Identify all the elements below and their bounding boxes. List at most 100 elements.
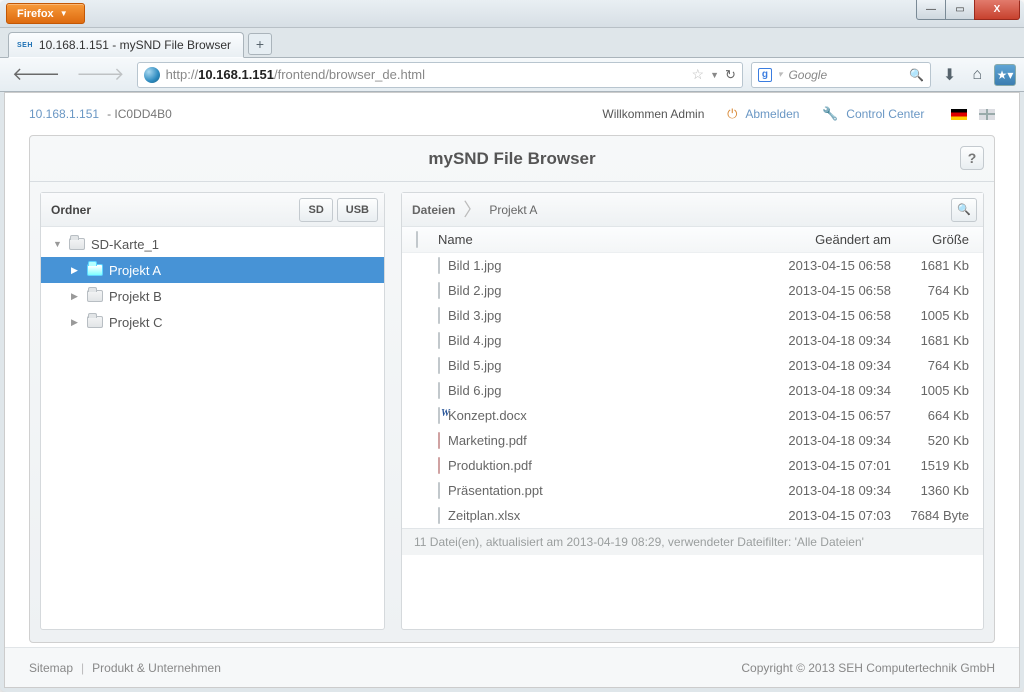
power-icon: ⏻ [727, 106, 737, 122]
file-row[interactable]: Präsentation.ppt2013-04-18 09:341360 Kb [402, 478, 983, 503]
wrench-icon: 🔧 [822, 106, 838, 122]
file-date: 2013-04-15 06:58 [759, 258, 891, 273]
file-size: 520 Kb [891, 433, 969, 448]
file-date: 2013-04-15 06:58 [759, 308, 891, 323]
maximize-button[interactable]: ▭ [945, 0, 975, 20]
tree-root[interactable]: ▼ SD-Karte_1 [41, 231, 384, 257]
expander-icon[interactable]: ▶ [71, 265, 81, 276]
file-row[interactable]: Bild 4.jpg2013-04-18 09:341681 Kb [402, 328, 983, 353]
app-header: 10.168.1.151 - IC0DD4B0 Willkommen Admin… [5, 93, 1019, 135]
expander-icon[interactable]: ▶ [71, 291, 81, 302]
logout-link[interactable]: Abmelden [745, 107, 799, 121]
tree-item[interactable]: ▶ Projekt A [41, 257, 384, 283]
file-row[interactable]: Bild 3.jpg2013-04-15 06:581005 Kb [402, 303, 983, 328]
tree-label: Projekt B [109, 289, 162, 304]
footer-sitemap[interactable]: Sitemap [29, 661, 73, 675]
files-panel-header: Dateien 〉 Projekt A 🔍 [402, 193, 983, 227]
filetype-img-icon [438, 307, 440, 324]
file-date: 2013-04-15 06:58 [759, 283, 891, 298]
tree-item[interactable]: ▶Projekt C [41, 309, 384, 335]
filetype-img-icon [438, 382, 440, 399]
new-tab-button[interactable]: + [248, 33, 272, 55]
file-columns: Name Geändert am Größe [402, 227, 983, 253]
search-icon[interactable]: 🔍 [909, 68, 924, 82]
file-row[interactable]: Zeitplan.xlsx2013-04-15 07:037684 Byte [402, 503, 983, 528]
filetype-img-icon [438, 332, 440, 349]
filetype-pdf-icon [438, 432, 440, 449]
file-date: 2013-04-15 06:57 [759, 408, 891, 423]
filetype-docx-icon [438, 407, 440, 424]
search-button[interactable]: 🔍 [951, 198, 977, 222]
breadcrumb-current[interactable]: Projekt A [489, 203, 537, 217]
file-row[interactable]: Bild 1.jpg2013-04-15 06:581681 Kb [402, 253, 983, 278]
help-button[interactable]: ? [960, 146, 984, 170]
file-name: Präsentation.ppt [438, 483, 759, 498]
folders-panel-header: Ordner SD USB [41, 193, 384, 227]
select-all-checkbox[interactable] [416, 232, 438, 247]
file-name: Produktion.pdf [438, 458, 759, 473]
firefox-menu-button[interactable]: Firefox ▼ [6, 3, 85, 24]
tree-label: Projekt A [109, 263, 161, 278]
folders-panel: Ordner SD USB ▼SD-Karte_1▶Projekt A▶Proj… [40, 192, 385, 630]
status-line: 11 Datei(en), aktualisiert am 2013-04-19… [402, 528, 983, 555]
file-date: 2013-04-15 07:03 [759, 508, 891, 523]
file-date: 2013-04-18 09:34 [759, 333, 891, 348]
bookmarks-menu-button[interactable]: ★▾ [994, 64, 1016, 86]
chevron-down-icon[interactable]: ▼ [710, 70, 719, 80]
minimize-button[interactable]: — [916, 0, 946, 20]
filetype-img-icon [438, 357, 440, 374]
firefox-menu-label: Firefox [17, 8, 54, 20]
tree-item[interactable]: ▶ Projekt B [41, 283, 384, 309]
column-size[interactable]: Größe [891, 232, 969, 247]
plus-icon: + [256, 36, 264, 52]
expander-icon[interactable]: ▼ [53, 239, 63, 249]
flag-de-icon[interactable] [951, 109, 967, 120]
file-row[interactable]: Konzept.docx2013-04-15 06:57664 Kb [402, 403, 983, 428]
chevron-down-icon: ▼ [60, 9, 68, 18]
file-name: Bild 5.jpg [438, 358, 759, 373]
downloads-button[interactable]: ⬇ [939, 65, 960, 85]
browser-tab[interactable]: SEH 10.168.1.151 - mySND File Browser [8, 32, 244, 58]
content-shell: mySND File Browser ? Ordner SD USB ▼SD-K… [29, 135, 995, 643]
file-rows: Bild 1.jpg2013-04-15 06:581681 KbBild 2.… [402, 253, 983, 528]
home-button[interactable]: ⌂ [968, 66, 986, 84]
globe-icon [144, 67, 160, 83]
search-box[interactable]: g ▾ Google 🔍 [751, 62, 931, 88]
sd-button[interactable]: SD [299, 198, 332, 222]
tab-title: 10.168.1.151 - mySND File Browser [39, 38, 231, 52]
file-row[interactable]: Bild 2.jpg2013-04-15 06:58764 Kb [402, 278, 983, 303]
reload-icon[interactable]: ↻ [725, 67, 736, 83]
back-button[interactable]: 🡐 [8, 64, 64, 85]
bookmark-star-icon[interactable]: ☆ [692, 66, 705, 83]
file-size: 1360 Kb [891, 483, 969, 498]
page-viewport: 10.168.1.151 - IC0DD4B0 Willkommen Admin… [4, 92, 1020, 688]
usb-button[interactable]: USB [337, 198, 378, 222]
host-link[interactable]: 10.168.1.151 [29, 107, 99, 121]
file-size: 7684 Byte [891, 508, 969, 523]
nav-toolbar: 🡐 🡒 http://10.168.1.151/frontend/browser… [0, 58, 1024, 92]
file-row[interactable]: Bild 6.jpg2013-04-18 09:341005 Kb [402, 378, 983, 403]
column-date[interactable]: Geändert am [759, 232, 891, 247]
control-center-link[interactable]: Control Center [846, 107, 924, 121]
window-controls: — ▭ X [917, 0, 1020, 20]
expander-icon[interactable]: ▶ [71, 317, 81, 328]
filetype-blank-icon [438, 482, 440, 499]
tree-label: SD-Karte_1 [91, 237, 159, 252]
breadcrumb-root[interactable]: Dateien [412, 203, 455, 217]
file-name: Bild 1.jpg [438, 258, 759, 273]
file-row[interactable]: Bild 5.jpg2013-04-18 09:34764 Kb [402, 353, 983, 378]
file-row[interactable]: Produktion.pdf2013-04-15 07:011519 Kb [402, 453, 983, 478]
device-id: - IC0DD4B0 [107, 107, 172, 121]
footer-company[interactable]: Produkt & Unternehmen [92, 661, 221, 675]
file-date: 2013-04-18 09:34 [759, 483, 891, 498]
google-icon: g [758, 68, 772, 82]
forward-button[interactable]: 🡒 [72, 64, 128, 85]
tab-favicon: SEH [17, 42, 33, 49]
column-name[interactable]: Name [438, 232, 759, 247]
file-size: 764 Kb [891, 283, 969, 298]
address-bar[interactable]: http://10.168.1.151/frontend/browser_de.… [137, 62, 743, 88]
file-row[interactable]: Marketing.pdf2013-04-18 09:34520 Kb [402, 428, 983, 453]
close-button[interactable]: X [974, 0, 1020, 20]
file-size: 664 Kb [891, 408, 969, 423]
flag-en-icon[interactable] [979, 109, 995, 120]
